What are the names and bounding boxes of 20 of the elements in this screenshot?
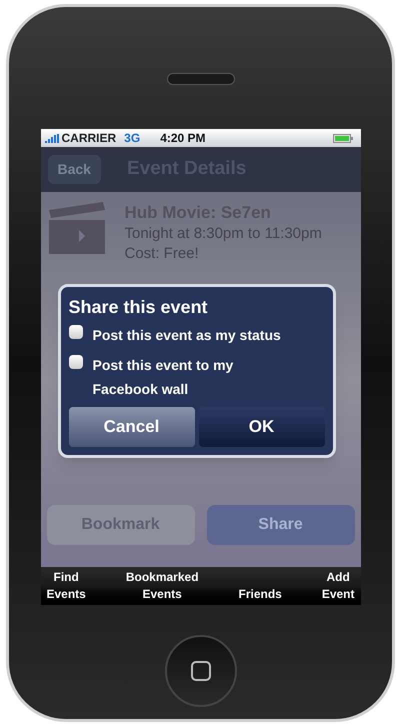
battery-icon [332,134,352,142]
signal-icon [44,134,60,142]
network-text: 3G [124,130,140,147]
dialog-title: Share this event [68,296,209,319]
carrier-text: CARRIER [62,130,116,147]
tab-item[interactable]: Friends [238,567,282,605]
ok-button[interactable]: OK [198,407,324,447]
option-label: Post this event to my Facebook wall [92,356,234,399]
checkbox[interactable] [68,355,82,369]
tab-item[interactable]: Add Event [322,567,354,605]
cancel-button[interactable]: Cancel [68,407,194,447]
option-label: Post this event as my status [92,326,282,345]
tab-item[interactable]: Bookmarked Events [126,567,199,605]
speaker-slot [166,73,234,85]
checkbox[interactable] [68,325,82,339]
clock-time: 4:20 PM [160,130,206,147]
home-square-icon [190,661,210,681]
tab-item[interactable]: Find Events [46,567,86,605]
clapperboard-icon [48,202,104,254]
event-cost: Cost: Free! [124,244,200,264]
